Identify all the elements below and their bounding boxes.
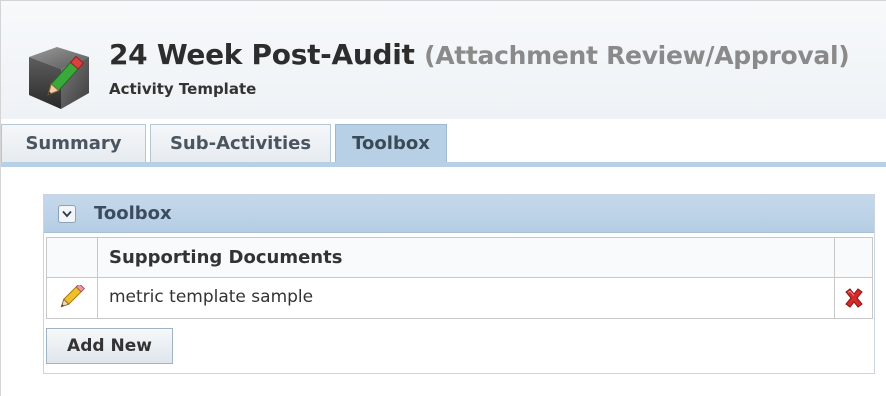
delete-x-icon[interactable]: [842, 286, 866, 310]
page-subtitle: Activity Template: [109, 80, 257, 98]
page-title: 24 Week Post-Audit (Attachment Review/Ap…: [109, 37, 850, 74]
pencil-icon[interactable]: [59, 282, 86, 311]
tab-summary-label: Summary: [25, 133, 122, 154]
table-row: metric template sample: [47, 278, 872, 318]
page-header: 24 Week Post-Audit (Attachment Review/Ap…: [1, 1, 886, 119]
column-divider: [834, 238, 835, 318]
chevron-down-icon: [62, 210, 72, 218]
activity-template-icon: [23, 39, 101, 117]
page-title-qualifier: (Attachment Review/Approval): [424, 41, 850, 70]
tab-sub-activities-label: Sub-Activities: [169, 133, 312, 154]
column-header-supporting-documents: Supporting Documents: [109, 247, 343, 268]
supporting-documents-table: Supporting Documents metric template sam…: [46, 237, 873, 319]
table-header-row: Supporting Documents: [47, 238, 872, 278]
toolbox-panel-header: Toolbox: [44, 195, 874, 233]
add-new-button[interactable]: Add New: [46, 328, 173, 364]
tab-toolbox-label: Toolbox: [352, 133, 430, 154]
document-name[interactable]: metric template sample: [109, 287, 313, 307]
toolbox-panel-title: Toolbox: [94, 203, 172, 224]
column-divider: [97, 238, 98, 318]
tab-sub-activities[interactable]: Sub-Activities: [150, 124, 331, 162]
page-title-main: 24 Week Post-Audit: [109, 38, 415, 71]
tab-toolbox[interactable]: Toolbox: [335, 124, 447, 162]
tab-summary[interactable]: Summary: [1, 124, 146, 162]
tab-bar: Summary Sub-Activities Toolbox: [1, 120, 886, 167]
toolbox-panel: Toolbox Supporting Documents metric temp…: [43, 194, 875, 374]
collapse-toggle-button[interactable]: [58, 205, 76, 223]
